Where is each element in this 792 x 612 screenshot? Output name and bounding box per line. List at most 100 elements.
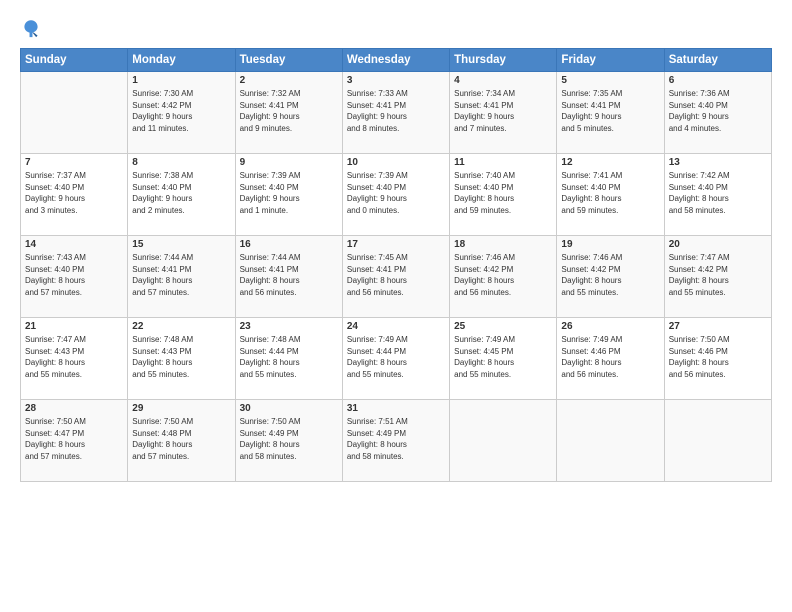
- day-info: Sunrise: 7:51 AM Sunset: 4:49 PM Dayligh…: [347, 416, 445, 462]
- day-number: 4: [454, 75, 552, 86]
- day-number: 22: [132, 321, 230, 332]
- day-number: 3: [347, 75, 445, 86]
- calendar-cell: 30 Sunrise: 7:50 AM Sunset: 4:49 PM Dayli…: [235, 400, 342, 482]
- day-number: 16: [240, 239, 338, 250]
- calendar-cell: 21 Sunrise: 7:47 AM Sunset: 4:43 PM Dayli…: [21, 318, 128, 400]
- day-info: Sunrise: 7:49 AM Sunset: 4:44 PM Dayligh…: [347, 334, 445, 380]
- day-number: 25: [454, 321, 552, 332]
- calendar-cell: 31 Sunrise: 7:51 AM Sunset: 4:49 PM Dayli…: [342, 400, 449, 482]
- calendar-cell: [21, 72, 128, 154]
- day-number: 30: [240, 403, 338, 414]
- calendar-cell: 1 Sunrise: 7:30 AM Sunset: 4:42 PM Daylig…: [128, 72, 235, 154]
- day-number: 19: [561, 239, 659, 250]
- day-number: 31: [347, 403, 445, 414]
- calendar-cell: 27 Sunrise: 7:50 AM Sunset: 4:46 PM Dayli…: [664, 318, 771, 400]
- day-info: Sunrise: 7:35 AM Sunset: 4:41 PM Dayligh…: [561, 88, 659, 134]
- day-info: Sunrise: 7:33 AM Sunset: 4:41 PM Dayligh…: [347, 88, 445, 134]
- logo-icon: [20, 18, 42, 40]
- day-info: Sunrise: 7:50 AM Sunset: 4:49 PM Dayligh…: [240, 416, 338, 462]
- logo: [20, 18, 46, 40]
- day-number: 1: [132, 75, 230, 86]
- day-info: Sunrise: 7:50 AM Sunset: 4:46 PM Dayligh…: [669, 334, 767, 380]
- calendar-cell: 19 Sunrise: 7:46 AM Sunset: 4:42 PM Dayli…: [557, 236, 664, 318]
- day-info: Sunrise: 7:50 AM Sunset: 4:47 PM Dayligh…: [25, 416, 123, 462]
- header-day-tuesday: Tuesday: [235, 49, 342, 72]
- calendar-body: 1 Sunrise: 7:30 AM Sunset: 4:42 PM Daylig…: [21, 72, 772, 482]
- calendar-cell: 12 Sunrise: 7:41 AM Sunset: 4:40 PM Dayli…: [557, 154, 664, 236]
- header-day-friday: Friday: [557, 49, 664, 72]
- calendar-cell: [557, 400, 664, 482]
- calendar-cell: 9Sunrise: 7:39 AM Sunset: 4:40 PM Daylig…: [235, 154, 342, 236]
- day-info: Sunrise: 7:37 AM Sunset: 4:40 PM Dayligh…: [25, 170, 123, 216]
- day-number: 21: [25, 321, 123, 332]
- day-info: Sunrise: 7:39 AM Sunset: 4:40 PM Dayligh…: [347, 170, 445, 216]
- day-info: Sunrise: 7:42 AM Sunset: 4:40 PM Dayligh…: [669, 170, 767, 216]
- day-info: Sunrise: 7:41 AM Sunset: 4:40 PM Dayligh…: [561, 170, 659, 216]
- calendar-cell: 10 Sunrise: 7:39 AM Sunset: 4:40 PM Dayli…: [342, 154, 449, 236]
- day-info: Sunrise: 7:32 AM Sunset: 4:41 PM Dayligh…: [240, 88, 338, 134]
- day-number: 29: [132, 403, 230, 414]
- page: SundayMondayTuesdayWednesdayThursdayFrid…: [0, 0, 792, 612]
- header-row: SundayMondayTuesdayWednesdayThursdayFrid…: [21, 49, 772, 72]
- day-info: Sunrise: 7:48 AM Sunset: 4:44 PM Dayligh…: [240, 334, 338, 380]
- day-number: 20: [669, 239, 767, 250]
- day-info: Sunrise: 7:49 AM Sunset: 4:45 PM Dayligh…: [454, 334, 552, 380]
- day-number: 7: [25, 157, 123, 168]
- calendar-cell: 14Sunrise: 7:43 AM Sunset: 4:40 PM Dayli…: [21, 236, 128, 318]
- day-info: Sunrise: 7:47 AM Sunset: 4:42 PM Dayligh…: [669, 252, 767, 298]
- day-number: 26: [561, 321, 659, 332]
- week-row-4: 28Sunrise: 7:50 AM Sunset: 4:47 PM Dayli…: [21, 400, 772, 482]
- calendar-cell: 24 Sunrise: 7:49 AM Sunset: 4:44 PM Dayli…: [342, 318, 449, 400]
- day-info: Sunrise: 7:48 AM Sunset: 4:43 PM Dayligh…: [132, 334, 230, 380]
- week-row-2: 14Sunrise: 7:43 AM Sunset: 4:40 PM Dayli…: [21, 236, 772, 318]
- day-number: 18: [454, 239, 552, 250]
- header-day-sunday: Sunday: [21, 49, 128, 72]
- calendar-cell: 22 Sunrise: 7:48 AM Sunset: 4:43 PM Dayli…: [128, 318, 235, 400]
- day-number: 12: [561, 157, 659, 168]
- calendar-cell: 23 Sunrise: 7:48 AM Sunset: 4:44 PM Dayli…: [235, 318, 342, 400]
- day-info: Sunrise: 7:40 AM Sunset: 4:40 PM Dayligh…: [454, 170, 552, 216]
- day-number: 5: [561, 75, 659, 86]
- day-number: 23: [240, 321, 338, 332]
- calendar-cell: 13 Sunrise: 7:42 AM Sunset: 4:40 PM Dayli…: [664, 154, 771, 236]
- day-info: Sunrise: 7:39 AM Sunset: 4:40 PM Dayligh…: [240, 170, 338, 216]
- day-number: 2: [240, 75, 338, 86]
- day-info: Sunrise: 7:49 AM Sunset: 4:46 PM Dayligh…: [561, 334, 659, 380]
- day-number: 13: [669, 157, 767, 168]
- calendar-cell: 4 Sunrise: 7:34 AM Sunset: 4:41 PM Daylig…: [450, 72, 557, 154]
- day-info: Sunrise: 7:46 AM Sunset: 4:42 PM Dayligh…: [454, 252, 552, 298]
- day-info: Sunrise: 7:38 AM Sunset: 4:40 PM Dayligh…: [132, 170, 230, 216]
- header-day-wednesday: Wednesday: [342, 49, 449, 72]
- day-number: 10: [347, 157, 445, 168]
- calendar-cell: [664, 400, 771, 482]
- calendar-header: SundayMondayTuesdayWednesdayThursdayFrid…: [21, 49, 772, 72]
- day-number: 27: [669, 321, 767, 332]
- day-info: Sunrise: 7:44 AM Sunset: 4:41 PM Dayligh…: [240, 252, 338, 298]
- header-day-monday: Monday: [128, 49, 235, 72]
- day-info: Sunrise: 7:30 AM Sunset: 4:42 PM Dayligh…: [132, 88, 230, 134]
- day-number: 11: [454, 157, 552, 168]
- calendar-cell: 8 Sunrise: 7:38 AM Sunset: 4:40 PM Daylig…: [128, 154, 235, 236]
- day-info: Sunrise: 7:34 AM Sunset: 4:41 PM Dayligh…: [454, 88, 552, 134]
- day-info: Sunrise: 7:47 AM Sunset: 4:43 PM Dayligh…: [25, 334, 123, 380]
- calendar-cell: 7 Sunrise: 7:37 AM Sunset: 4:40 PM Daylig…: [21, 154, 128, 236]
- calendar-cell: 25 Sunrise: 7:49 AM Sunset: 4:45 PM Dayli…: [450, 318, 557, 400]
- day-number: 17: [347, 239, 445, 250]
- day-info: Sunrise: 7:44 AM Sunset: 4:41 PM Dayligh…: [132, 252, 230, 298]
- calendar-cell: 17 Sunrise: 7:45 AM Sunset: 4:41 PM Dayli…: [342, 236, 449, 318]
- day-number: 24: [347, 321, 445, 332]
- calendar-cell: [450, 400, 557, 482]
- calendar-cell: 20 Sunrise: 7:47 AM Sunset: 4:42 PM Dayli…: [664, 236, 771, 318]
- day-info: Sunrise: 7:46 AM Sunset: 4:42 PM Dayligh…: [561, 252, 659, 298]
- calendar-cell: 2 Sunrise: 7:32 AM Sunset: 4:41 PM Daylig…: [235, 72, 342, 154]
- day-number: 6: [669, 75, 767, 86]
- day-number: 14: [25, 239, 123, 250]
- calendar-cell: 15Sunrise: 7:44 AM Sunset: 4:41 PM Dayli…: [128, 236, 235, 318]
- day-info: Sunrise: 7:50 AM Sunset: 4:48 PM Dayligh…: [132, 416, 230, 462]
- header-day-thursday: Thursday: [450, 49, 557, 72]
- day-number: 8: [132, 157, 230, 168]
- header-day-saturday: Saturday: [664, 49, 771, 72]
- calendar-cell: 6Sunrise: 7:36 AM Sunset: 4:40 PM Daylig…: [664, 72, 771, 154]
- calendar-cell: 28Sunrise: 7:50 AM Sunset: 4:47 PM Dayli…: [21, 400, 128, 482]
- day-info: Sunrise: 7:45 AM Sunset: 4:41 PM Dayligh…: [347, 252, 445, 298]
